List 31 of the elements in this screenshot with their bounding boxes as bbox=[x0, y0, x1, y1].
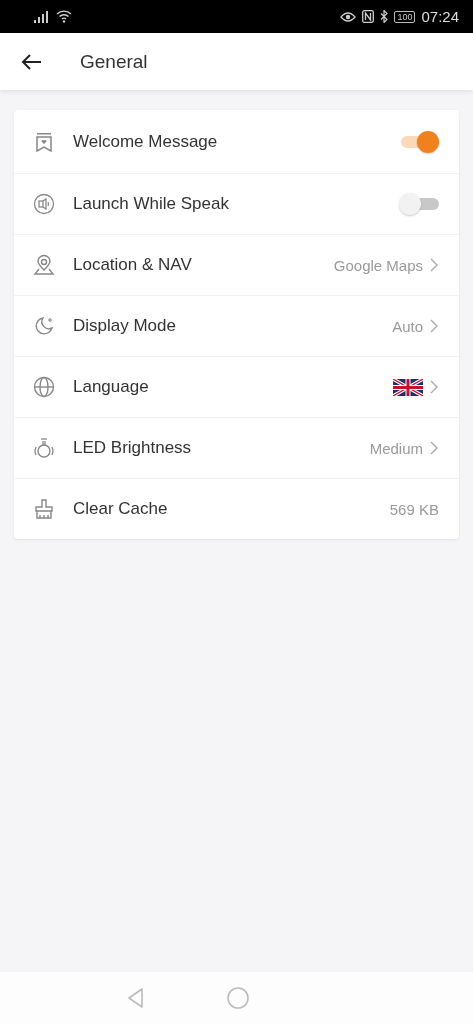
setting-value: Medium bbox=[369, 439, 423, 457]
setting-label[interactable]: Language bbox=[73, 377, 393, 397]
setting-value: 569 KB bbox=[389, 500, 439, 518]
setting-icon bbox=[32, 497, 56, 521]
chevron-right-icon bbox=[429, 319, 439, 333]
page-title: General bbox=[80, 50, 148, 73]
setting-label[interactable]: LED Brightness bbox=[73, 438, 370, 458]
setting-label[interactable]: Clear Cache bbox=[73, 499, 390, 519]
setting-label[interactable]: Display Mode bbox=[73, 316, 393, 336]
chevron-right-icon bbox=[429, 441, 439, 455]
toggle-switch[interactable] bbox=[399, 191, 439, 217]
chevron-right-icon bbox=[429, 380, 439, 394]
setting-value: Google Maps bbox=[333, 256, 423, 274]
chevron-right-icon bbox=[429, 258, 439, 272]
setting-value: Auto bbox=[392, 317, 423, 335]
battery-level: 100 bbox=[394, 10, 416, 23]
flag-icon bbox=[393, 378, 423, 396]
setting-icon bbox=[32, 436, 56, 460]
clock-time: 07:24 bbox=[421, 8, 459, 25]
home-icon[interactable] bbox=[226, 986, 250, 1010]
setting-label[interactable]: Location & NAV bbox=[73, 255, 334, 275]
bluetooth-icon bbox=[380, 10, 389, 23]
wifi-icon bbox=[56, 10, 72, 23]
setting-label[interactable]: Welcome Message bbox=[73, 131, 399, 152]
setting-icon bbox=[32, 253, 56, 277]
eye-icon bbox=[340, 10, 357, 23]
nfc-icon bbox=[362, 10, 375, 23]
signal-icon bbox=[34, 10, 50, 23]
setting-label[interactable]: Launch While Speak bbox=[73, 194, 399, 214]
setting-icon bbox=[32, 375, 56, 399]
setting-icon bbox=[32, 192, 56, 216]
